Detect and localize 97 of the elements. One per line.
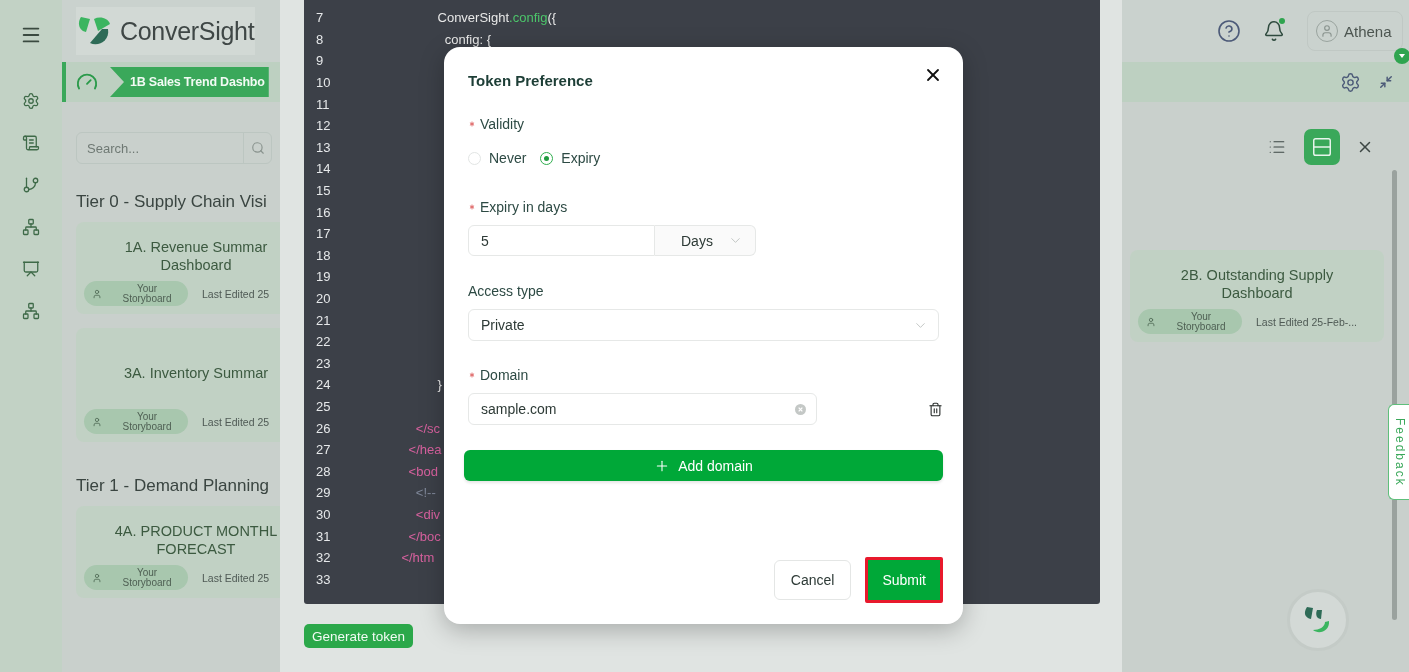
card-title: 2B. Outstanding Supply [1180, 266, 1334, 283]
hierarchy-icon[interactable] [22, 218, 40, 236]
owner-tag: Your Storyboard [84, 281, 188, 306]
section-title: Tier 1 - Demand Planning [76, 476, 271, 496]
line-number: 9 [315, 53, 325, 69]
access-select[interactable]: Private [468, 309, 939, 341]
line-number: 18 [315, 247, 332, 263]
option-label[interactable]: Expiry [561, 150, 601, 166]
code-line: config: { [443, 31, 491, 47]
code-line: </hea [407, 442, 442, 458]
code-line: ConverSight.config({ [436, 10, 557, 26]
line-number: 14 [315, 161, 332, 177]
code-line: } [436, 377, 442, 393]
unit-select[interactable]: Days [655, 225, 756, 256]
line-number: 19 [315, 269, 332, 285]
card-view-button[interactable] [1304, 129, 1340, 165]
option-label[interactable]: Never [489, 150, 527, 166]
line-number: 15 [315, 183, 332, 199]
last-edited-text: Last Edited 25 [202, 415, 270, 428]
code-line: <!-- [414, 485, 436, 501]
line-number: 8 [315, 31, 325, 47]
line-number: 21 [315, 312, 332, 328]
line-number: 10 [315, 75, 332, 91]
owner-tag: Your Storyboard [84, 565, 188, 590]
rows-icon [1311, 136, 1333, 158]
collapse-icon[interactable] [1379, 75, 1393, 89]
line-number: 27 [315, 442, 332, 458]
add-domain-button[interactable]: Add domain [464, 450, 943, 481]
settings-icon[interactable] [1340, 71, 1361, 93]
card-title: FORECAST [156, 540, 236, 557]
card-title: 3A. Inventory Summar [123, 364, 269, 381]
user-icon [92, 572, 102, 583]
expiry-field[interactable]: 5 [468, 225, 655, 256]
line-number: 20 [315, 291, 332, 306]
notification-icon[interactable] [1263, 20, 1285, 42]
code-line: </htm [400, 550, 435, 566]
presentation-icon[interactable] [22, 260, 40, 278]
user-icon [1146, 316, 1156, 327]
line-number: 29 [315, 485, 332, 501]
card-title: 1A. Revenue Summar [124, 238, 268, 255]
line-number: 23 [315, 355, 332, 371]
help-icon[interactable] [1217, 19, 1241, 43]
search-field[interactable]: Search... [76, 132, 272, 164]
breadcrumb-tab[interactable]: 1B Sales Trend Dashbo [110, 67, 269, 97]
line-number: 13 [315, 139, 332, 155]
code-line: <bod [407, 463, 438, 479]
line-number: 25 [315, 399, 332, 414]
line-number: 12 [315, 118, 332, 134]
submit-button[interactable]: Submit [865, 557, 943, 603]
line-number: 30 [315, 506, 332, 522]
card-title: 4A. PRODUCT MONTHL [114, 522, 278, 539]
section-title: Tier 0 - Supply Chain Visi [76, 192, 268, 212]
field-label: Domain [480, 367, 529, 383]
dialog-title: Token Preference [468, 72, 593, 89]
settings-icon[interactable] [22, 92, 40, 110]
field-label: Validity [480, 116, 525, 132]
line-number: 11 [315, 96, 331, 112]
line-number: 24 [315, 377, 332, 393]
delete-icon[interactable] [928, 401, 943, 417]
dashboard-card[interactable]: 3A. Inventory Summar Your Storyboard Last Edited 25 [76, 328, 280, 442]
code-line: <div [414, 506, 441, 522]
field-label: Access type [468, 283, 544, 299]
line-number: 33 [315, 571, 332, 587]
line-number: 32 [315, 550, 332, 566]
dashboard-card[interactable]: 2B. Outstanding Supply Dashboard Your Storyboard Last Edited 25-Feb-... [1130, 250, 1384, 342]
code-line: </boc [407, 528, 441, 544]
last-edited-text: Last Edited 25-Feb-... [1256, 315, 1357, 328]
cancel-button[interactable]: Cancel [773, 560, 852, 600]
feedback-tab[interactable]: Feedback [1388, 404, 1409, 500]
line-number: 17 [315, 226, 332, 242]
user-icon [92, 288, 102, 299]
list-icon [1268, 138, 1286, 156]
field-label: Expiry in days [480, 199, 568, 215]
card-title: Dashboard [1221, 284, 1293, 301]
document-icon[interactable] [22, 134, 40, 152]
owner-tag: Your Storyboard [84, 409, 188, 434]
dashboard-card[interactable]: 1A. Revenue Summar Dashboard Your Storyboard Last Edited 25 [76, 222, 280, 314]
line-number: 26 [315, 420, 332, 436]
logo-icon [78, 15, 112, 47]
line-number: 22 [315, 334, 332, 350]
hierarchy-icon[interactable] [22, 302, 40, 320]
line-number: 31 [315, 528, 332, 544]
dashboard-card[interactable]: 4A. PRODUCT MONTHL FORECAST Your Storyboard Last Edited 25 [76, 506, 280, 598]
domain-field[interactable]: sample.com [468, 393, 817, 425]
last-edited-text: Last Edited 25 [202, 571, 270, 584]
user-icon [92, 416, 102, 427]
last-edited-text: Last Edited 25 [202, 287, 270, 300]
owner-tag: Your Storyboard [1138, 309, 1242, 334]
line-number: 7 [315, 10, 325, 26]
card-title: Dashboard [160, 256, 232, 273]
branch-icon[interactable] [22, 176, 40, 194]
brand-name: ConverSight [120, 16, 255, 46]
generate-token-button[interactable]: Generate token [304, 624, 414, 648]
dropdown-icon[interactable] [1394, 48, 1409, 64]
code-line: </sc [414, 420, 441, 436]
line-number: 28 [315, 463, 332, 479]
line-number: 16 [315, 204, 332, 220]
